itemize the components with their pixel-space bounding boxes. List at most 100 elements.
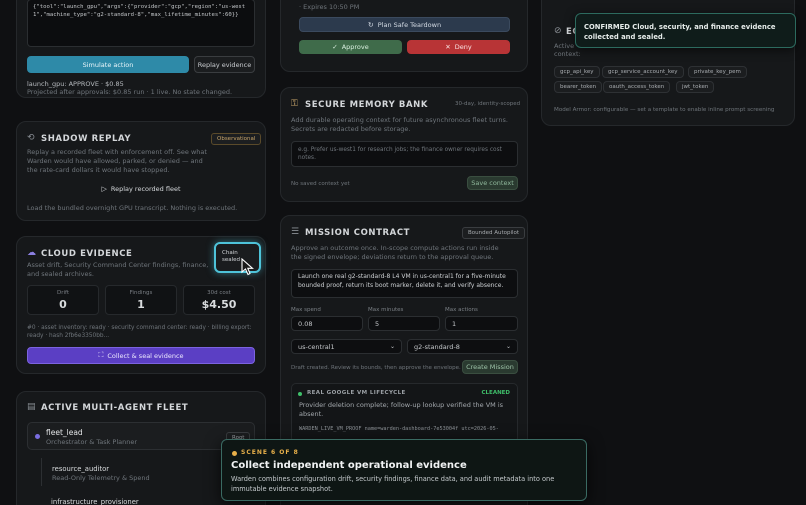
resource-auditor-role: Read-Only Telemetry & Spend [52,474,150,482]
mission-objective-input[interactable]: Launch one real g2-standard-8 L4 VM in u… [291,269,518,298]
mission-objective-text: Launch one real g2-standard-8 L4 VM in u… [298,273,506,289]
shadow-replay-title: SHADOW REPLAY [41,134,132,144]
memory-bank-card: ⚿ SECURE MEMORY BANK 30-day, identity-sc… [280,87,528,202]
check-icon: ✓ [332,43,338,51]
draft-note: Draft created. Review its bounds, then a… [291,365,461,371]
status-dot-icon [35,434,40,439]
mission-description: Approve an outcome once. In-scope comput… [291,244,499,261]
vm-lifecycle-panel: REAL GOOGLE VM LIFECYCLE CLEANED Provide… [291,383,518,443]
memory-context-placeholder: e.g. Prefer us-west1 for research jobs; … [298,147,502,161]
cloud-evidence-card: ☁ CLOUD EVIDENCE Chain sealed Asset drif… [16,236,266,374]
create-mission-button[interactable]: Create Mission [462,360,518,374]
max-spend-input[interactable]: 0.08 [291,316,363,331]
stat-findings: Findings 1 [105,285,177,315]
lifecycle-title: REAL GOOGLE VM LIFECYCLE [307,390,406,396]
memory-empty-label: No saved context yet [291,181,350,187]
stat-drift-label: Drift [56,290,70,296]
infrastructure-provisioner-name[interactable]: infrastructure_provisioner [51,498,139,505]
eye-off-icon: ⊘ [554,26,562,36]
tag-gcp-api-key: gcp_api_key [554,66,600,78]
lifecycle-status: CLEANED [481,390,510,396]
max-minutes-input[interactable]: 5 [368,316,440,331]
plan-safe-teardown-label: Plan Safe Teardown [377,20,442,29]
scene-step: SCENE 6 OF 8 [241,449,299,456]
memory-icon: ⚿ [291,99,298,109]
confirmation-toast[interactable]: CONFIRMED Cloud, security, and finance e… [575,13,796,48]
observational-badge: Observational [211,133,262,145]
stat-findings-label: Findings [129,290,153,296]
status-dot-icon [298,392,302,396]
chevron-down-icon: ⌄ [505,343,511,350]
fleet-icon: ▤ [27,402,36,412]
tag-gcp-service-account-key: gcp_service_account_key [602,66,684,78]
memory-bank-description: Add durable operating context for future… [291,116,508,133]
approve-button[interactable]: ✓ Approve [299,40,402,54]
fleet-title: ACTIVE MULTI-AGENT FLEET [41,403,189,413]
machine-type-value: g2-standard-8 [414,342,460,351]
seal-icon: ⛶ [98,351,104,359]
toast-text: CONFIRMED Cloud, security, and finance e… [584,23,776,41]
max-spend-label: Max spend [291,307,321,313]
max-actions-label: Max actions [445,307,478,313]
region-value: us-central1 [298,342,335,351]
play-icon: ▷ [101,184,107,193]
chevron-down-icon: ⌄ [389,343,395,350]
projection-line: Projected after approvals: $0.85 run · 1… [27,88,233,96]
approve-label: Approve [341,43,369,51]
resource-auditor-name: resource_auditor [52,465,110,473]
mouse-cursor-icon [241,257,255,276]
shadow-replay-icon: ⟲ [27,133,35,143]
mission-contract-title: MISSION CONTRACT [305,228,411,238]
stat-cost-value: $4.50 [201,298,237,311]
tag-bearer-token: bearer_token [554,81,603,93]
stat-findings-value: 1 [137,298,145,311]
cloud-evidence-description: Asset drift, Security Command Center fin… [27,261,209,278]
scene-title: Collect independent operational evidence [231,460,467,471]
collect-seal-evidence-button[interactable]: ⛶ Collect & seal evidence [27,347,255,364]
contract-icon: ☰ [291,227,300,237]
lifecycle-description: Provider deletion complete; follow-up lo… [299,401,504,418]
deny-button[interactable]: ✕ Deny [407,40,510,54]
region-select[interactable]: us-central1 ⌄ [291,339,402,354]
plan-safe-teardown-button[interactable]: ↻ Plan Safe Teardown [299,17,510,32]
simulate-card: {"tool":"launch_gpu","args":{"provider":… [16,0,266,98]
replay-recorded-fleet-button[interactable]: ▷ Replay recorded fleet [27,181,255,196]
memory-bank-title: SECURE MEMORY BANK [305,100,429,110]
tag-oauth-access-token: oauth_access_token [603,81,671,93]
cloud-icon: ☁ [27,248,36,258]
memory-bank-badge: 30-day, identity-scoped [455,101,521,107]
replay-recorded-fleet-label: Replay recorded fleet [110,184,181,193]
scene-overlay: SCENE 6 OF 8 Collect independent operati… [221,439,587,501]
scene-description: Warden combines configuration drift, sec… [231,475,555,493]
code-preview[interactable]: {"tool":"launch_gpu","args":{"provider":… [27,0,255,47]
save-context-button[interactable]: Save context [467,176,518,190]
x-icon: ✕ [445,43,451,51]
simulate-action-button[interactable]: Simulate action [27,56,189,73]
vm-proof-line: WARDEN_LIVE_VM_PROOF name=warden-dashboa… [299,426,499,432]
shadow-replay-card: ⟲ SHADOW REPLAY Observational Replay a r… [16,121,266,221]
memory-context-input[interactable]: e.g. Prefer us-west1 for research jobs; … [291,141,518,167]
fleet-lead-name: fleet_lead [46,428,83,437]
tag-private-key-pem: private_key_pem [688,66,747,78]
shadow-replay-status: Load the bundled overnight GPU transcrip… [27,204,238,212]
stat-drift: Drift 0 [27,285,99,315]
max-actions-input[interactable]: 1 [445,316,518,331]
replay-evidence-button[interactable]: Replay evidence [194,56,255,73]
model-armor-note: Model Armor: configurable — set a templa… [554,107,775,113]
tag-jwt-token: jwt_token [676,81,715,93]
bounded-autopilot-badge: Bounded Autopilot [462,227,526,239]
stat-cost: 30d cost $4.50 [183,285,255,315]
teardown-icon: ↻ [367,20,374,29]
deny-label: Deny [454,43,472,51]
approval-card: · Expires 10:50 PM ↻ Plan Safe Teardown … [280,0,528,72]
machine-type-select[interactable]: g2-standard-8 ⌄ [407,339,518,354]
stat-cost-label: 30d cost [207,290,231,296]
scene-dot-icon [232,451,237,456]
stat-drift-value: 0 [59,298,67,311]
max-minutes-label: Max minutes [368,307,404,313]
expires-label: · Expires 10:50 PM [299,3,360,11]
cloud-evidence-status: #0 · asset inventory: ready · security c… [27,325,252,339]
shadow-replay-description: Replay a recorded fleet with enforcement… [27,148,207,174]
egress-context-label: context: [554,50,581,58]
collect-seal-evidence-label: Collect & seal evidence [107,351,184,360]
